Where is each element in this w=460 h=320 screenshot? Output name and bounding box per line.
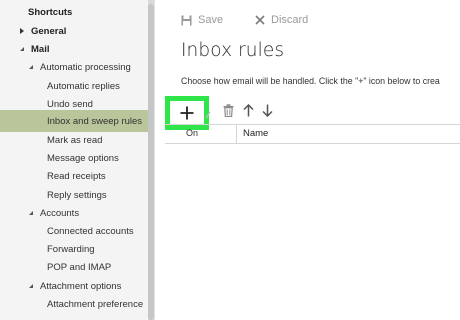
column-separator[interactable] bbox=[236, 124, 237, 143]
save-icon bbox=[181, 15, 192, 25]
arrow-up-icon[interactable] bbox=[243, 104, 254, 117]
nav-attachment-preference[interactable]: Attachment preference bbox=[0, 293, 150, 315]
nav-attachment-options-label: Attachment options bbox=[40, 280, 122, 292]
plus-icon bbox=[180, 106, 194, 120]
nav-automatic-replies-label: Automatic replies bbox=[47, 80, 120, 92]
rules-table-header bbox=[165, 124, 460, 144]
nav-forwarding-label: Forwarding bbox=[47, 243, 95, 255]
nav-attachment-preference-label: Attachment preference bbox=[47, 298, 144, 310]
nav-pop-and-imap-label: POP and IMAP bbox=[47, 261, 112, 273]
nav-connected-accounts-label: Connected accounts bbox=[47, 225, 134, 237]
collapse-icon[interactable] bbox=[29, 211, 33, 215]
column-on-header[interactable]: On bbox=[186, 128, 198, 138]
nav-undo-send-label: Undo send bbox=[47, 98, 93, 110]
nav-mail-label: Mail bbox=[31, 43, 50, 55]
nav-mark-as-read-label: Mark as read bbox=[47, 134, 103, 146]
collapse-icon[interactable] bbox=[29, 284, 33, 288]
discard-button[interactable]: Discard bbox=[255, 10, 308, 30]
nav-inbox-and-sweep-rules-label: Inbox and sweep rules bbox=[47, 115, 143, 127]
arrow-down-icon[interactable] bbox=[262, 104, 273, 117]
discard-label: Discard bbox=[271, 14, 309, 26]
nav-shortcuts-label: Shortcuts bbox=[28, 6, 73, 18]
page-title: Inbox rules bbox=[181, 40, 285, 61]
panel-divider bbox=[154, 0, 155, 320]
save-label: Save bbox=[198, 14, 224, 26]
collapse-icon[interactable] bbox=[20, 47, 24, 51]
nav-read-receipts-label: Read receipts bbox=[47, 170, 106, 182]
collapse-icon[interactable] bbox=[29, 65, 33, 69]
settings-sidebar: Shortcuts General Mail Automatic process… bbox=[0, 0, 150, 320]
expand-icon[interactable] bbox=[20, 28, 24, 34]
pencil-icon[interactable] bbox=[205, 111, 211, 119]
trash-icon[interactable] bbox=[223, 104, 234, 117]
nav-general-label: General bbox=[31, 25, 67, 37]
nav-automatic-processing-label: Automatic processing bbox=[40, 61, 131, 73]
column-name-header[interactable]: Name bbox=[243, 128, 268, 139]
save-button[interactable]: Save bbox=[181, 10, 223, 30]
nav-message-options-label: Message options bbox=[47, 152, 119, 164]
nav-accounts-label: Accounts bbox=[40, 207, 80, 219]
page-description: Choose how email will be handled. Click … bbox=[181, 76, 440, 86]
close-icon bbox=[255, 15, 265, 25]
nav-reply-settings-label: Reply settings bbox=[47, 189, 107, 201]
